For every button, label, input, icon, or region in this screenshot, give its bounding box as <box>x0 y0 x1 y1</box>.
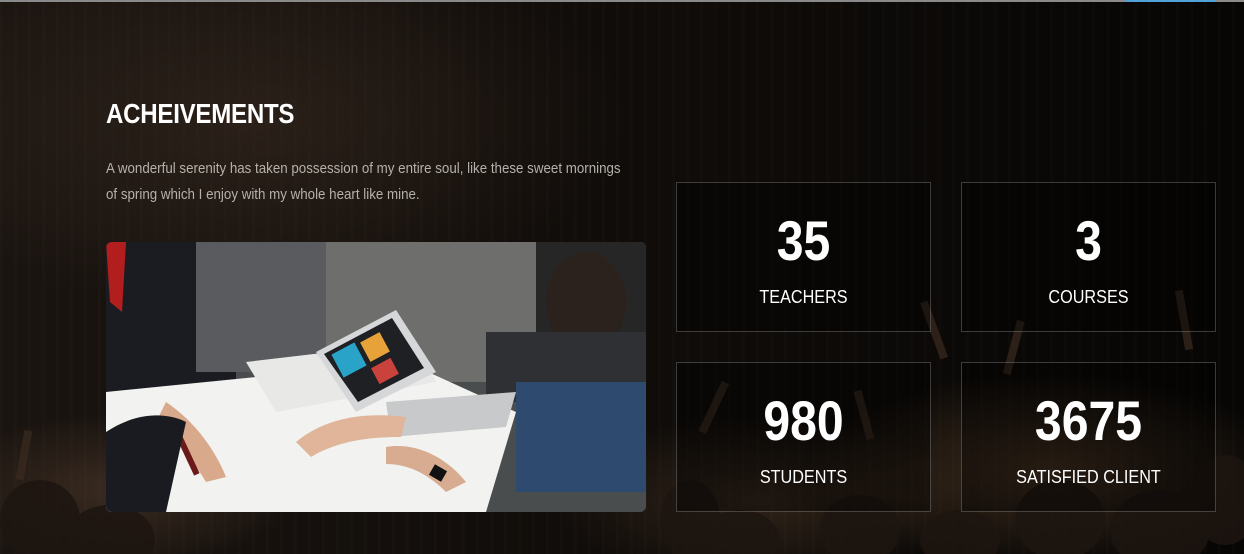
section-description: A wonderful serenity has taken possessio… <box>106 161 621 203</box>
top-divider <box>0 0 1244 2</box>
stat-label: STUDENTS <box>759 467 848 487</box>
stat-card-courses: 3 COURSES <box>961 182 1216 332</box>
stat-label: SATISFIED CLIENT <box>1016 467 1161 487</box>
stat-card-teachers: 35 TEACHERS <box>676 182 931 332</box>
stat-number: 3675 <box>1034 389 1143 452</box>
team-meeting-photo <box>106 242 646 512</box>
stat-label: COURSES <box>1048 287 1129 307</box>
stat-card-students: 980 STUDENTS <box>676 362 931 512</box>
stat-number: 980 <box>763 389 844 452</box>
stat-label: TEACHERS <box>759 287 848 307</box>
stat-number: 35 <box>776 209 831 272</box>
team-meeting-illustration <box>106 242 646 512</box>
section-title: ACHEIVEMENTS <box>106 98 295 129</box>
stat-card-satisfied-client: 3675 SATISFIED CLIENT <box>961 362 1216 512</box>
top-accent-line <box>1126 0 1216 2</box>
stat-number: 3 <box>1075 209 1102 272</box>
